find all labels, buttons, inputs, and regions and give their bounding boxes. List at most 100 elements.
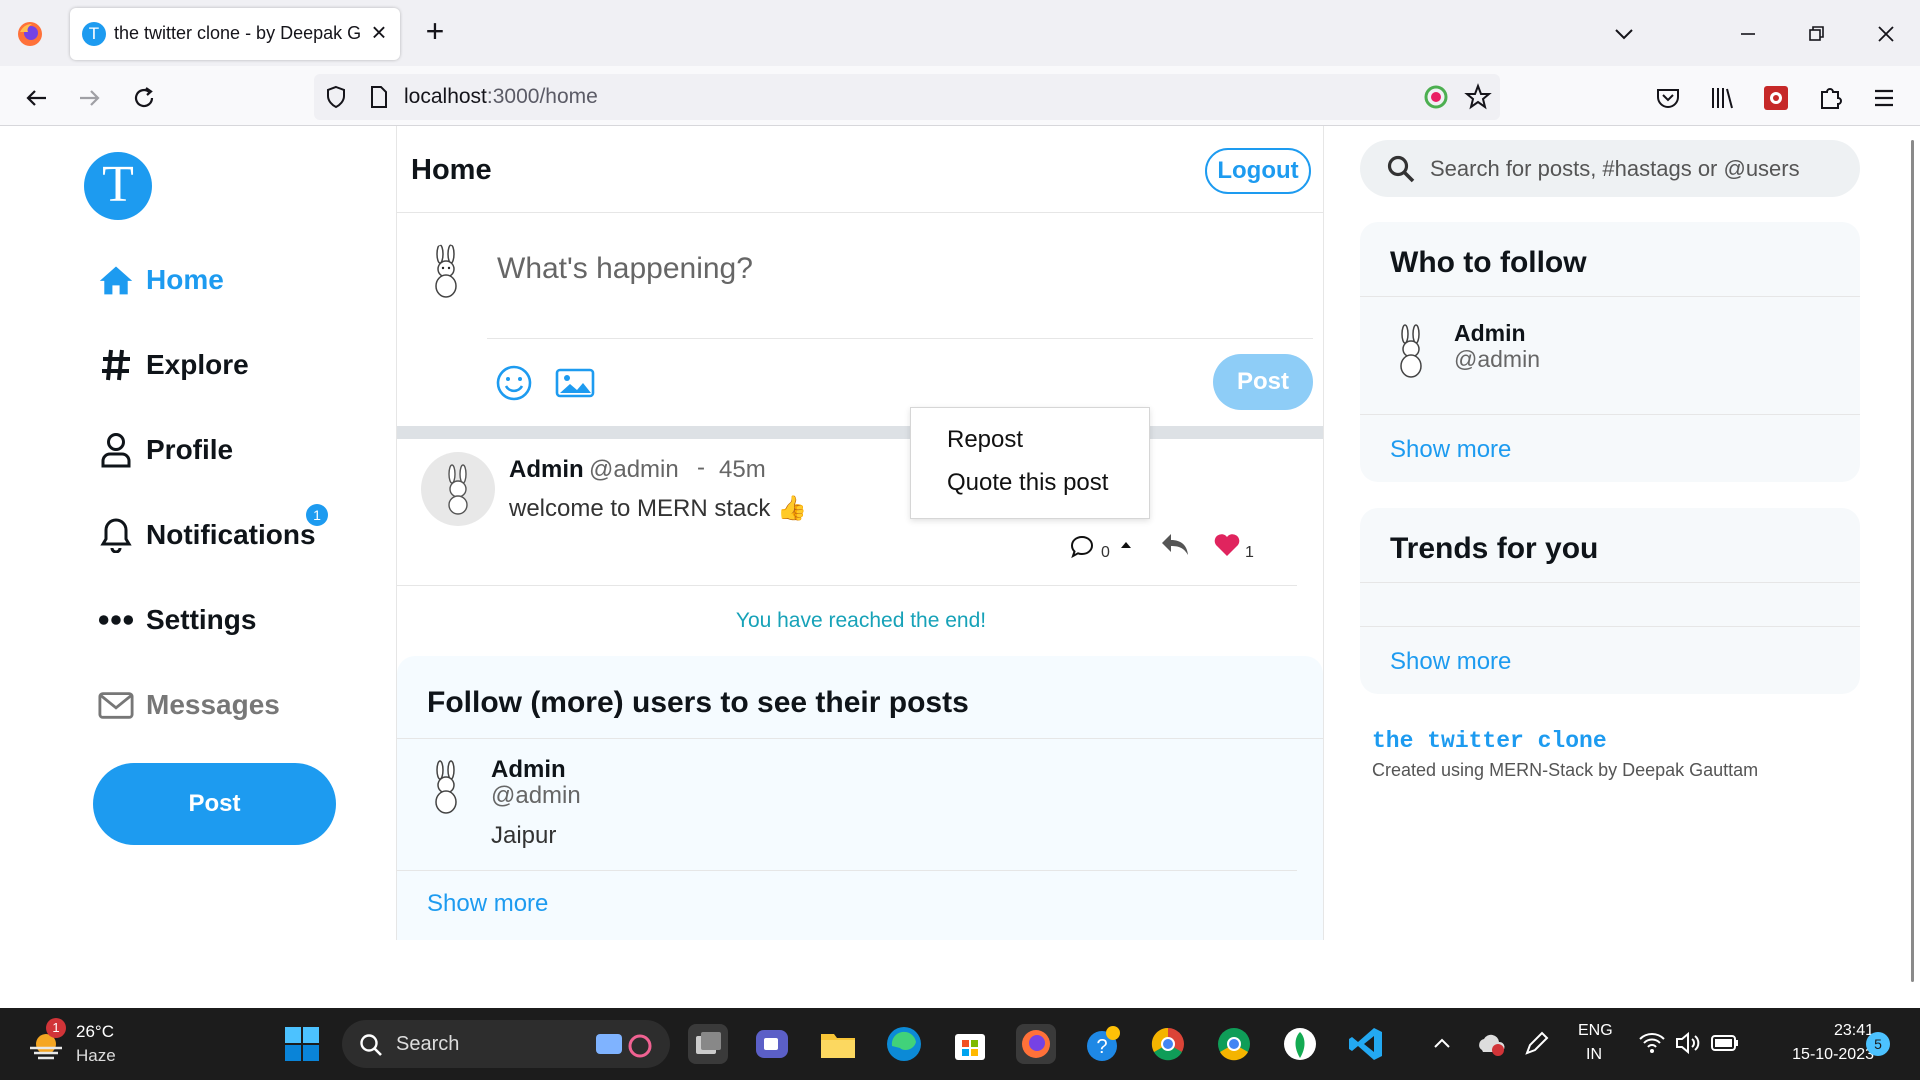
footer-app-name[interactable]: the twitter clone — [1372, 728, 1607, 754]
close-tab-icon[interactable]: × — [366, 19, 392, 46]
taskbar-search-label: Search — [396, 1033, 460, 1055]
follow-user-avatar[interactable] — [423, 760, 469, 816]
sidebar-post-button[interactable]: Post — [93, 763, 336, 845]
notification-center-badge[interactable]: 5 — [1866, 1032, 1890, 1056]
shield-icon[interactable] — [322, 83, 350, 111]
language-indicator-top[interactable]: ENG — [1578, 1022, 1613, 1040]
caret-up-icon[interactable] — [1119, 538, 1133, 552]
tab-title: the twitter clone - by Deepak Gauttam — [114, 23, 360, 43]
restore-window-icon[interactable] — [1796, 14, 1836, 54]
clock-date[interactable]: 15-10-2023 — [1760, 1046, 1874, 1064]
extension-red-icon[interactable] — [1760, 82, 1792, 114]
browser-tab-active[interactable]: T the twitter clone - by Deepak Gauttam … — [70, 8, 400, 60]
mongodb-icon[interactable] — [1280, 1024, 1320, 1064]
post-author-name[interactable]: Admin — [509, 456, 584, 484]
wifi-icon[interactable] — [1638, 1030, 1666, 1056]
tab-list-chevron-icon[interactable] — [1604, 14, 1644, 54]
follow-more-title: Follow (more) users to see their posts — [427, 686, 969, 719]
library-icon[interactable] — [1706, 82, 1738, 114]
help-icon[interactable]: ? — [1082, 1024, 1122, 1064]
suggested-user-name[interactable]: Admin — [1454, 320, 1526, 347]
battery-icon[interactable] — [1710, 1032, 1740, 1054]
composer-avatar — [423, 244, 469, 300]
compose-input[interactable]: What's happening? — [497, 252, 753, 286]
new-tab-button[interactable]: + — [420, 15, 450, 48]
follow-more-card: Follow (more) users to see their posts A… — [397, 656, 1323, 940]
firefox-icon[interactable] — [16, 20, 44, 48]
address-bar[interactable]: localhost:3000/home — [314, 74, 1500, 120]
sidebar-item-label: Settings — [146, 604, 257, 635]
sidebar-item-notifications[interactable]: Notifications — [98, 510, 316, 560]
trends-show-more[interactable]: Show more — [1390, 648, 1511, 676]
follow-more-show-more[interactable]: Show more — [427, 890, 548, 918]
sidebar-item-label: Home — [146, 264, 224, 295]
post-avatar[interactable] — [421, 452, 495, 526]
firefox-taskbar-icon[interactable] — [1016, 1024, 1056, 1064]
suggested-user-handle[interactable]: @admin — [1454, 346, 1540, 373]
emoji-icon[interactable] — [495, 364, 533, 402]
taskbar-search-icon — [358, 1032, 384, 1058]
search-highlight-icon — [594, 1028, 658, 1060]
tray-chevron-up-icon[interactable] — [1430, 1032, 1454, 1056]
clock-time[interactable]: 23:41 — [1810, 1022, 1874, 1040]
user-icon — [98, 432, 134, 468]
volume-icon[interactable] — [1674, 1030, 1702, 1056]
bookmark-star-icon[interactable] — [1464, 83, 1492, 111]
suggested-user-avatar[interactable] — [1388, 324, 1434, 380]
sidebar-item-profile[interactable]: Profile — [98, 425, 233, 475]
post-author-handle[interactable]: @admin — [589, 456, 679, 484]
onedrive-icon[interactable] — [1476, 1030, 1506, 1058]
language-indicator-bottom[interactable]: IN — [1586, 1046, 1602, 1064]
logout-button[interactable]: Logout — [1205, 148, 1311, 194]
composer-divider — [487, 338, 1313, 339]
post-divider — [397, 585, 1297, 586]
task-view-icon[interactable] — [688, 1024, 728, 1064]
heart-icon[interactable] — [1213, 532, 1241, 558]
page-icon[interactable] — [364, 83, 392, 111]
search-bar[interactable]: Search for posts, #hastags or @users — [1360, 140, 1860, 197]
pocket-icon[interactable] — [1652, 82, 1684, 114]
compose-post-button[interactable]: Post — [1213, 354, 1313, 410]
weather-temperature[interactable]: 26°C — [76, 1022, 114, 1042]
windows-start-icon[interactable] — [284, 1026, 320, 1062]
vscode-icon[interactable] — [1346, 1024, 1386, 1064]
page-scrollbar[interactable] — [1911, 140, 1914, 982]
forward-arrow-icon[interactable] — [74, 82, 106, 114]
sidebar-item-explore[interactable]: Explore — [98, 340, 249, 390]
follow-user-divider — [397, 870, 1297, 871]
app-logo[interactable]: T — [84, 152, 152, 220]
taskbar-search[interactable]: Search — [342, 1020, 670, 1068]
pen-icon[interactable] — [1522, 1030, 1550, 1058]
sidebar-item-settings[interactable]: Settings — [98, 595, 256, 645]
trends-divider — [1360, 582, 1860, 583]
chrome-profile-icon[interactable] — [1214, 1024, 1254, 1064]
extension-circle-icon[interactable] — [1422, 83, 1450, 111]
close-window-icon[interactable] — [1866, 14, 1906, 54]
follow-user-handle[interactable]: @admin — [491, 782, 581, 810]
weather-description[interactable]: Haze — [76, 1046, 116, 1066]
menu-item-quote-post[interactable]: Quote this post — [947, 469, 1108, 497]
url-text[interactable]: localhost:3000/home — [404, 85, 598, 109]
sidebar-item-messages[interactable]: Messages — [98, 680, 280, 730]
who-to-follow-show-more[interactable]: Show more — [1390, 436, 1511, 464]
reload-icon[interactable] — [128, 82, 160, 114]
back-arrow-icon[interactable] — [20, 82, 52, 114]
chrome-icon[interactable] — [1148, 1024, 1188, 1064]
reply-icon[interactable] — [1159, 530, 1191, 560]
extensions-puzzle-icon[interactable] — [1814, 82, 1846, 114]
sidebar-item-label: Explore — [146, 349, 249, 380]
store-icon[interactable] — [950, 1024, 990, 1064]
image-icon[interactable] — [555, 366, 595, 400]
comment-icon[interactable] — [1069, 534, 1095, 560]
menu-item-repost[interactable]: Repost — [947, 426, 1023, 454]
edge-icon[interactable] — [884, 1024, 924, 1064]
file-explorer-icon[interactable] — [818, 1024, 858, 1064]
teams-icon[interactable] — [752, 1024, 792, 1064]
svg-text:?: ? — [1096, 1036, 1107, 1058]
hamburger-menu-icon[interactable] — [1868, 82, 1900, 114]
home-icon — [98, 262, 134, 298]
minimize-window-icon[interactable] — [1728, 14, 1768, 54]
sidebar-item-home[interactable]: Home — [98, 255, 224, 305]
search-input[interactable]: Search for posts, #hastags or @users — [1430, 156, 1800, 182]
follow-user-name[interactable]: Admin — [491, 756, 566, 784]
